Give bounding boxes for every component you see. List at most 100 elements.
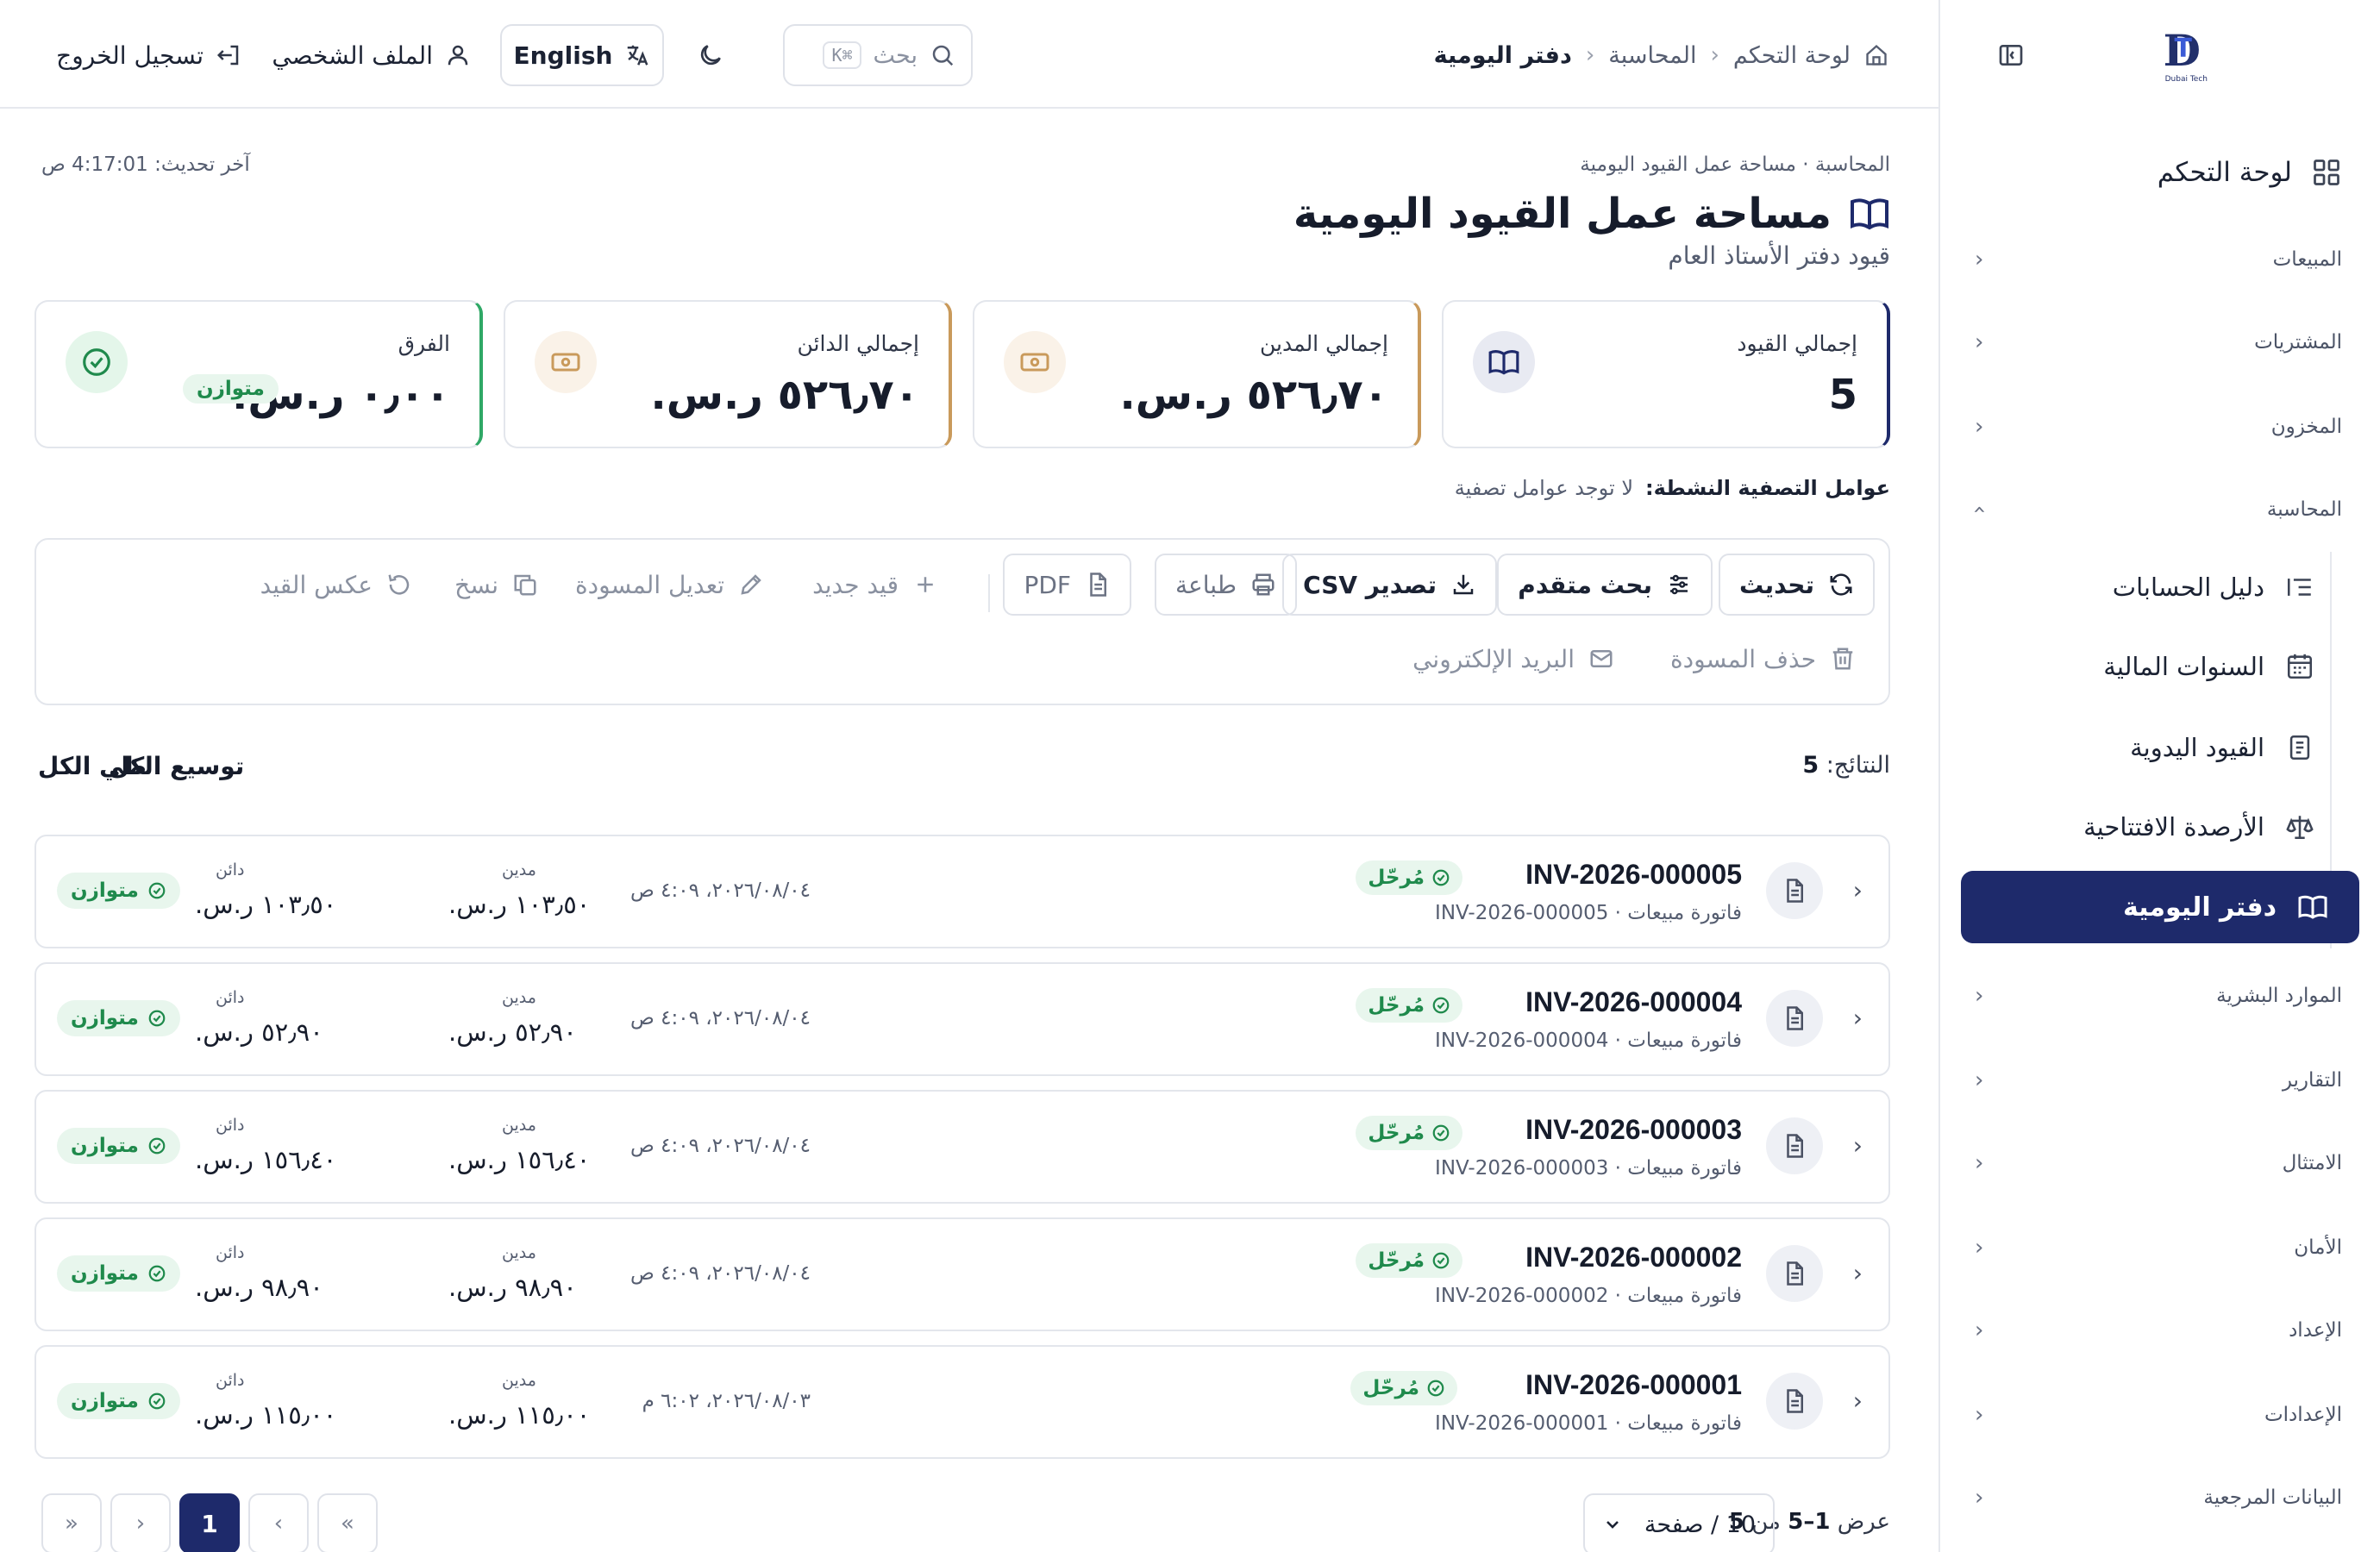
page-size-select[interactable]: 10 / صفحة: [1583, 1493, 1775, 1552]
journal-entry-row[interactable]: ‹ INV-2026-000002 مُرحّل فاتورة مبيعات ·…: [34, 1217, 1890, 1331]
mail-icon: [1588, 646, 1614, 672]
document-icon: [1766, 1373, 1823, 1430]
chevron-expand-icon[interactable]: ‹: [1853, 1259, 1863, 1287]
theme-toggle-button[interactable]: [690, 34, 731, 76]
check-circle-icon: [1427, 1380, 1444, 1397]
sidebar-group-settings[interactable]: الإعدادات ‹: [1975, 1393, 2342, 1436]
advanced-search-button[interactable]: بحث متقدم: [1497, 554, 1713, 616]
sidebar-item-chart-of-accounts[interactable]: دليل الحسابات: [1989, 562, 2314, 612]
calendar-icon: [2285, 652, 2314, 681]
chevron-expand-icon[interactable]: ‹: [1853, 1386, 1863, 1415]
sidebar-group-label: التقارير: [2282, 1069, 2342, 1092]
chevron-left-icon: ‹: [273, 1511, 284, 1536]
sidebar-item-manual-entries[interactable]: القيود اليدوية: [1989, 723, 2314, 773]
logout-button[interactable]: تسجيل الخروج: [56, 34, 241, 76]
previous-page-button[interactable]: ‹: [248, 1493, 309, 1552]
sidebar-group-security[interactable]: الأمان ‹: [1975, 1226, 2342, 1269]
journal-entry-row[interactable]: ‹ INV-2026-000003 مُرحّل فاتورة مبيعات ·…: [34, 1090, 1890, 1204]
sidebar-item-opening-balances[interactable]: الأرصدة الافتتاحية: [1989, 802, 2314, 852]
chevron-left-icon: ‹: [1585, 42, 1595, 68]
search-icon: [930, 42, 955, 68]
journal-entry-row[interactable]: ‹ INV-2026-000005 مُرحّل فاتورة مبيعات ·…: [34, 835, 1890, 948]
debit-label: مدين: [502, 1116, 536, 1135]
sidebar-group-purchases[interactable]: المشتريات ‹: [1975, 321, 2342, 364]
profile-button[interactable]: الملف الشخصي: [272, 34, 471, 76]
breadcrumb-accounting-link[interactable]: المحاسبة: [1608, 42, 1696, 69]
home-icon: [1864, 43, 1888, 67]
sidebar-group-hr[interactable]: الموارد البشرية ‹: [1975, 974, 2342, 1017]
plus-icon: [912, 572, 938, 598]
posted-badge-label: مُرحّل: [1368, 1122, 1425, 1144]
check-circle-icon: [148, 1010, 166, 1027]
chevron-left-icon: ‹: [1975, 329, 1984, 355]
sidebar-group-setup[interactable]: الإعداد ‹: [1975, 1309, 2342, 1352]
reverse-entry-button[interactable]: عكس القيد: [241, 554, 431, 616]
sidebar-item-journal[interactable]: دفتر اليومية: [1961, 871, 2359, 943]
profile-label: الملف الشخصي: [272, 41, 433, 70]
document-icon: [1766, 1117, 1823, 1174]
posted-badge-label: مُرحّل: [1368, 994, 1425, 1017]
breadcrumb-home-link[interactable]: لوحة التحكم: [1733, 42, 1851, 69]
sidebar-group-sales[interactable]: المبيعات ‹: [1975, 238, 2342, 281]
print-button[interactable]: طباعة: [1155, 554, 1297, 616]
journal-entry-row[interactable]: ‹ INV-2026-000004 مُرحّل فاتورة مبيعات ·…: [34, 962, 1890, 1076]
email-button[interactable]: البريد الإلكتروني: [1394, 628, 1633, 690]
journal-entry-row[interactable]: ‹ INV-2026-000001 مُرحّل فاتورة مبيعات ·…: [34, 1345, 1890, 1459]
card-value: ٥٢٦٫٧٠ ر.س.: [650, 371, 919, 419]
chevron-expand-icon[interactable]: ‹: [1853, 1004, 1863, 1032]
language-switch-button[interactable]: English: [500, 24, 664, 86]
posted-badge: مُرحّل: [1356, 988, 1462, 1023]
page-title: مساحة عمل القيود اليومية: [1293, 183, 1890, 245]
document-icon: [1766, 990, 1823, 1047]
pdf-button[interactable]: PDF: [1003, 554, 1131, 616]
sidebar-item-label: الأرصدة الافتتاحية: [2083, 812, 2264, 842]
sidebar-item-dashboard[interactable]: لوحة التحكم: [1975, 148, 2342, 197]
chevron-left-icon: ‹: [1975, 1317, 1984, 1343]
credit-label: دائن: [216, 988, 245, 1007]
sidebar-group-inventory[interactable]: المخزون ‹: [1975, 405, 2342, 448]
copy-button[interactable]: نسخ: [435, 554, 557, 616]
advanced-search-label: بحث متقدم: [1518, 570, 1652, 599]
last-page-button[interactable]: »: [41, 1493, 102, 1552]
translate-icon: [624, 42, 650, 68]
sidebar-group-label: البيانات المرجعية: [2203, 1486, 2342, 1509]
first-page-button[interactable]: «: [317, 1493, 378, 1552]
active-filters-label: عوامل التصفية النشطة:: [1645, 476, 1890, 500]
sidebar-group-label: الإعداد: [2289, 1319, 2342, 1342]
entry-reference: INV-2026-000002: [1525, 1242, 1742, 1273]
scale-icon: [2285, 812, 2314, 842]
card-total-entries: إجمالي القيود 5: [1442, 300, 1890, 448]
sidebar-item-fiscal-years[interactable]: السنوات المالية: [1989, 641, 2314, 692]
search-placeholder: بحث: [873, 41, 918, 69]
chevron-left-icon: ‹: [1710, 42, 1719, 68]
debit-value: ١٥٦٫٤٠ ر.س.: [448, 1145, 591, 1174]
download-icon: [1450, 572, 1476, 598]
search-input[interactable]: بحث ⌘K: [783, 24, 973, 86]
sidebar-group-reports[interactable]: التقارير ‹: [1975, 1059, 2342, 1102]
chevron-expand-icon[interactable]: ‹: [1853, 1131, 1863, 1160]
page-number-button[interactable]: 1: [179, 1493, 240, 1552]
chevron-expand-icon[interactable]: ‹: [1853, 876, 1863, 904]
print-label: طباعة: [1175, 570, 1237, 599]
refresh-label: تحديث: [1738, 570, 1814, 599]
sidebar-group-reference-data[interactable]: البيانات المرجعية ‹: [1975, 1476, 2342, 1519]
card-label: إجمالي القيود: [1737, 331, 1857, 356]
next-page-button[interactable]: ›: [110, 1493, 171, 1552]
panel-collapse-icon: [1997, 41, 2025, 69]
sidebar-group-label: الإعدادات: [2264, 1404, 2342, 1426]
sidebar-group-accounting[interactable]: المحاسبة ‹: [1966, 488, 2342, 531]
new-entry-button[interactable]: قيد جديد: [793, 554, 957, 616]
company-logo[interactable]: DT Dubai Tech: [2149, 28, 2208, 84]
edit-draft-button[interactable]: تعديل المسودة: [556, 554, 783, 616]
credit-value: ٩٨٫٩٠ ر.س.: [195, 1273, 323, 1302]
entry-reference: INV-2026-000004: [1525, 986, 1742, 1017]
credit-value: ١١٥٫٠٠ ر.س.: [195, 1400, 337, 1430]
sidebar-toggle-button[interactable]: [1994, 38, 2028, 72]
delete-draft-button[interactable]: حذف المسودة: [1651, 628, 1875, 690]
check-circle-icon: [66, 331, 128, 393]
sidebar-group-compliance[interactable]: الامتثال ‹: [1975, 1142, 2342, 1185]
collapse-all-button[interactable]: طي الكل: [38, 752, 147, 780]
refresh-button[interactable]: تحديث: [1718, 554, 1875, 616]
export-csv-button[interactable]: تصدير CSV: [1282, 554, 1497, 616]
status-badge: متوازن: [183, 374, 279, 404]
